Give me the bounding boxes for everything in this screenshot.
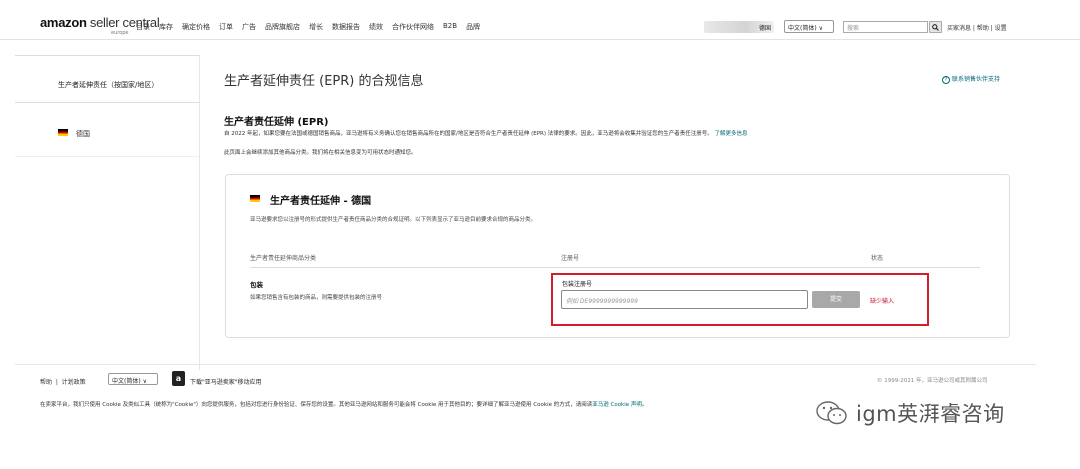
support-link[interactable]: ? 联系销售伙伴支持 bbox=[942, 74, 1000, 84]
category-packaging-description: 如果您销售含有包装的商品，则需要提供包装的注册号 bbox=[250, 295, 383, 301]
footer-language-select[interactable]: 中文(简体) ∨ bbox=[108, 373, 158, 385]
nav-item[interactable]: 数据报告 bbox=[332, 22, 360, 32]
search-input[interactable]: 搜索 bbox=[843, 21, 928, 33]
nav-item[interactable]: 订单 bbox=[219, 22, 233, 32]
page-title: 生产者延伸责任 (EPR) 的合规信息 bbox=[224, 74, 424, 89]
epr-germany-card: 生产者责任延伸 - 德国 亚马逊要求您以注册号的形式提供生产者责任商品分类的合规… bbox=[225, 174, 1010, 338]
search-button[interactable] bbox=[929, 21, 942, 33]
watermark-text: igm英湃睿咨询 bbox=[856, 402, 1005, 426]
support-link-label: 联系销售伙伴支持 bbox=[952, 76, 1001, 83]
nav-item[interactable]: 品牌旗舰店 bbox=[265, 22, 300, 32]
nav-item[interactable]: 合作伙伴网络 bbox=[392, 22, 434, 32]
nav-item[interactable]: 目录 bbox=[136, 22, 150, 32]
nav-item[interactable]: B2B bbox=[443, 22, 457, 32]
germany-flag-icon bbox=[58, 129, 68, 136]
nav-item[interactable]: 广告 bbox=[242, 22, 256, 32]
submit-button[interactable]: 提交 bbox=[812, 291, 860, 308]
question-icon: ? bbox=[942, 75, 950, 84]
sidebar: 生产者延伸责任（按国家/地区） 德国 bbox=[15, 55, 200, 370]
sidebar-header-label: 生产者延伸责任（按国家/地区） bbox=[58, 81, 159, 89]
store-selector[interactable]: 德国 bbox=[704, 21, 774, 33]
watermark: igm英湃睿咨询 bbox=[816, 398, 1005, 428]
sidebar-header: 生产者延伸责任（按国家/地区） bbox=[15, 55, 199, 103]
nav-item[interactable]: 库存 bbox=[159, 22, 173, 32]
section-note: 此页面上会继续添加其他商品分类。我们将在相关信息变为可用状态时通知您。 bbox=[224, 150, 417, 156]
nav-item[interactable]: 绩效 bbox=[369, 22, 383, 32]
learn-more-link[interactable]: 了解更多信息 bbox=[715, 131, 748, 137]
mobile-app-link[interactable]: 下载"亚马逊卖家"移动应用 bbox=[190, 377, 262, 386]
top-links[interactable]: 买家消息 | 帮助 | 设置 bbox=[947, 23, 1007, 32]
language-select[interactable]: 中文(简体) ∨ bbox=[784, 20, 834, 33]
logo-region-label: europe bbox=[111, 30, 129, 36]
status-badge: 缺少输入 bbox=[870, 298, 895, 305]
footer-links: 帮助 | 计划政策 bbox=[40, 379, 86, 386]
main-nav: 目录 库存 确定价格 订单 广告 品牌旗舰店 增长 数据报告 绩效 合作伙伴网络 B2B 品牌 bbox=[136, 22, 489, 32]
footer-divider bbox=[15, 364, 1036, 365]
section-title: 生产者责任延伸 (EPR) bbox=[224, 117, 329, 128]
card-title: 生产者责任延伸 - 德国 bbox=[270, 196, 372, 207]
shopping-bag-icon[interactable]: a bbox=[172, 371, 185, 386]
card-description: 亚马逊要求您以注册号的形式提供生产者责任商品分类的合规证明。以下列表显示了亚马逊… bbox=[250, 217, 537, 223]
store-label: 德国 bbox=[758, 25, 771, 32]
nav-item[interactable]: 确定价格 bbox=[182, 22, 210, 32]
sidebar-item-germany[interactable]: 德国 bbox=[15, 107, 199, 157]
copyright: © 1999-2021 年，亚马逊公司或其附属公司 bbox=[877, 378, 988, 384]
registration-number-input[interactable]: 例如 DE9999999999999 bbox=[561, 290, 808, 309]
footer-help-link[interactable]: 帮助 bbox=[40, 379, 52, 386]
nav-item[interactable]: 品牌 bbox=[466, 22, 480, 32]
category-packaging-title: 包装 bbox=[250, 281, 263, 289]
sidebar-item-label: 德国 bbox=[76, 130, 90, 138]
wechat-icon bbox=[816, 401, 847, 425]
cookie-notice: 在卖家平台，我们只使用 Cookie 及类似工具（统称为"Cookie"）向您提… bbox=[40, 400, 647, 408]
section-description: 自 2022 年起，如果您要在法国或德国销售商品，亚马逊将有义务确认您在销售商品… bbox=[224, 129, 748, 137]
nav-item[interactable]: 增长 bbox=[309, 22, 323, 32]
germany-flag-icon bbox=[250, 195, 260, 202]
column-header-category: 生产者责任延伸商品分类 bbox=[250, 255, 317, 262]
column-header-registration: 注册号 bbox=[561, 255, 580, 262]
table-divider bbox=[250, 267, 980, 268]
cookie-policy-link[interactable]: 亚马逊 Cookie 声明 bbox=[592, 402, 642, 408]
cookie-notice-end: 。 bbox=[641, 402, 648, 408]
registration-number-label: 包装注册号 bbox=[562, 281, 593, 288]
logo-text: amazon bbox=[40, 15, 87, 30]
cookie-notice-text: 在卖家平台，我们只使用 Cookie 及类似工具（统称为"Cookie"）向您提… bbox=[40, 402, 593, 408]
top-navigation-bar: amazon seller central europe 目录 库存 确定价格 订单广… bbox=[0, 0, 1080, 40]
section-description-text: 自 2022 年起，如果您要在法国或德国销售商品，亚马逊将有义务确认您在销售商品… bbox=[224, 131, 713, 137]
footer-plans-link[interactable]: 计划政策 bbox=[62, 379, 86, 386]
search-icon bbox=[932, 23, 939, 31]
column-header-status: 状态 bbox=[871, 255, 884, 262]
